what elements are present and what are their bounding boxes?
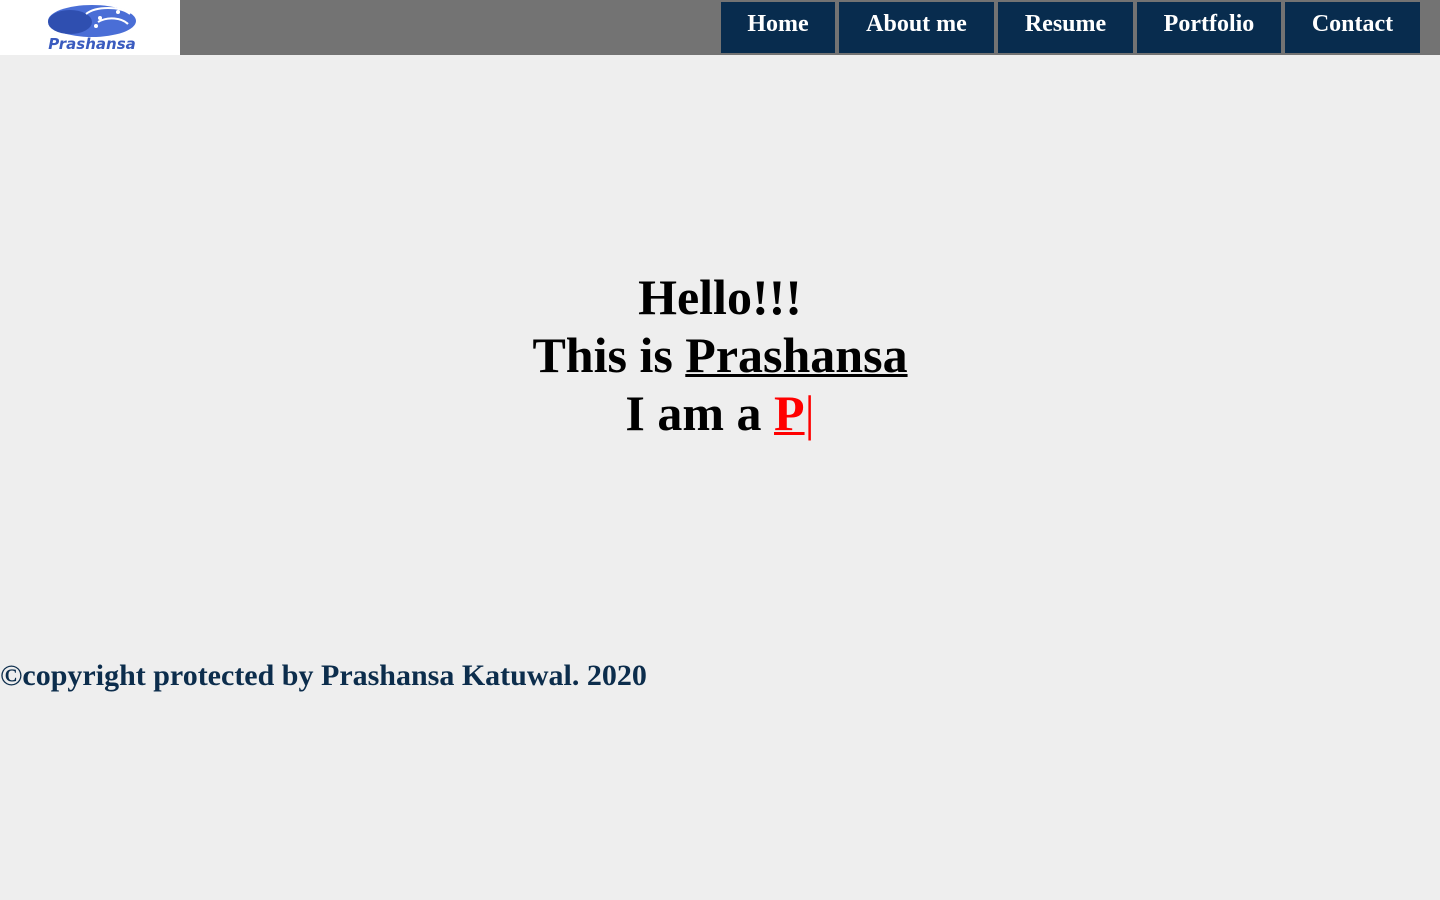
logo-text: Prashansa bbox=[48, 35, 136, 53]
nav-contact[interactable]: Contact bbox=[1285, 2, 1420, 53]
nav-about-me[interactable]: About me bbox=[839, 2, 994, 53]
nav-home[interactable]: Home bbox=[721, 2, 835, 53]
nav-portfolio[interactable]: Portfolio bbox=[1137, 2, 1281, 53]
logo-mark-icon: Prashansa bbox=[48, 5, 136, 53]
hero-role-prefix: I am a bbox=[625, 385, 775, 441]
hero-role-typed: P bbox=[774, 385, 805, 441]
logo[interactable]: Prashansa bbox=[0, 0, 180, 55]
hero-intro: This is Prashansa bbox=[0, 326, 1440, 384]
nav-contact-label: Contact bbox=[1311, 11, 1394, 37]
hero-section: Hello!!! This is Prashansa I am a P| bbox=[0, 268, 1440, 442]
typing-cursor: | bbox=[804, 385, 815, 441]
hero-role: I am a P| bbox=[0, 384, 1440, 442]
hero-intro-prefix: This is bbox=[532, 327, 686, 383]
nav-about-me-label: About me bbox=[866, 11, 967, 37]
top-header: Prashansa Home About me Resume Portfolio… bbox=[0, 0, 1440, 55]
nav-resume-label: Resume bbox=[1024, 11, 1107, 37]
hero-greeting: Hello!!! bbox=[638, 269, 802, 325]
footer-copyright: ©copyright protected by Prashansa Katuwa… bbox=[0, 659, 647, 692]
nav-resume[interactable]: Resume bbox=[998, 2, 1133, 53]
nav-home-label: Home bbox=[747, 11, 809, 37]
hero-name-link[interactable]: Prashansa bbox=[685, 327, 907, 383]
nav-portfolio-label: Portfolio bbox=[1163, 11, 1255, 37]
